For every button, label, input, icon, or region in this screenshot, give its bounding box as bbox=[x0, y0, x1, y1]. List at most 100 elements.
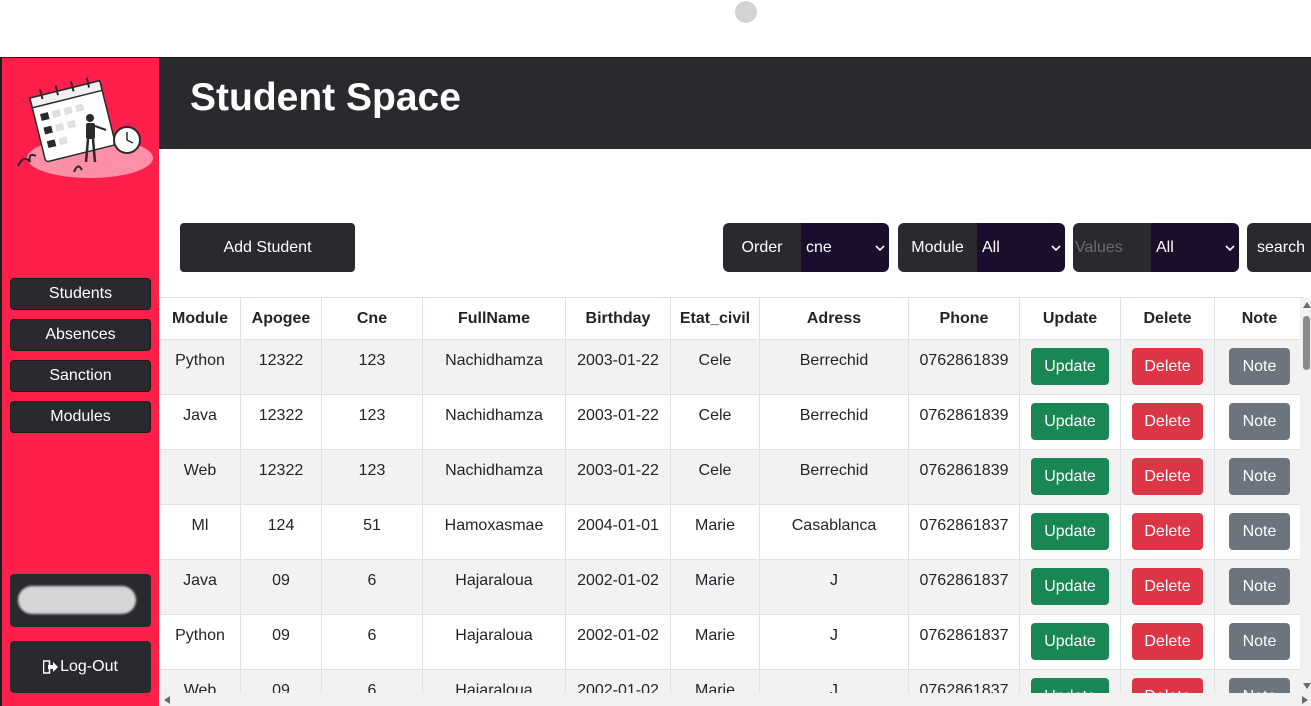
cell-update: Update bbox=[1019, 614, 1121, 670]
table-header-row: Module Apogee Cne FullName Birthday Etat… bbox=[159, 297, 1304, 340]
cell-delete: Delete bbox=[1120, 559, 1215, 615]
update-button[interactable]: Update bbox=[1031, 568, 1109, 605]
sidebar-item-students[interactable]: Students bbox=[10, 278, 151, 310]
order-select[interactable]: cne bbox=[801, 223, 889, 272]
delete-button[interactable]: Delete bbox=[1132, 348, 1203, 385]
update-button[interactable]: Update bbox=[1031, 678, 1109, 693]
cell-fullname: Nachidhamza bbox=[422, 449, 566, 505]
chevron-down-icon bbox=[1051, 244, 1061, 251]
scroll-right-arrow-icon[interactable] bbox=[1302, 696, 1308, 704]
update-button[interactable]: Update bbox=[1031, 403, 1109, 440]
cell-etat: Cele bbox=[670, 449, 760, 505]
cell-delete: Delete bbox=[1120, 504, 1215, 560]
column-header: Module bbox=[159, 297, 241, 340]
column-header: Update bbox=[1019, 297, 1121, 340]
cell-etat: Cele bbox=[670, 394, 760, 450]
cell-delete: Delete bbox=[1120, 449, 1215, 505]
logout-button[interactable]: Log-Out bbox=[10, 641, 151, 693]
delete-button[interactable]: Delete bbox=[1132, 568, 1203, 605]
cell-update: Update bbox=[1019, 339, 1121, 395]
cell-fullname: Hajaraloua bbox=[422, 669, 566, 693]
cell-adress: J bbox=[759, 559, 909, 615]
module-select[interactable]: All bbox=[977, 223, 1065, 272]
delete-button[interactable]: Delete bbox=[1132, 623, 1203, 660]
cell-cne: 123 bbox=[321, 339, 423, 395]
values-select[interactable]: All bbox=[1151, 223, 1239, 272]
column-header: Adress bbox=[759, 297, 909, 340]
cell-adress: Berrechid bbox=[759, 339, 909, 395]
module-group: Module All bbox=[898, 223, 1065, 272]
redacted-username bbox=[18, 586, 136, 614]
cell-cne: 6 bbox=[321, 669, 423, 693]
sidebar-item-modules[interactable]: Modules bbox=[10, 401, 151, 433]
note-button[interactable]: Note bbox=[1229, 513, 1290, 550]
module-label: Module bbox=[898, 223, 977, 272]
cell-module: Java bbox=[159, 394, 241, 450]
update-button[interactable]: Update bbox=[1031, 623, 1109, 660]
delete-button[interactable]: Delete bbox=[1132, 678, 1203, 693]
browser-top-strip bbox=[0, 0, 1311, 57]
delete-button[interactable]: Delete bbox=[1132, 403, 1203, 440]
update-button[interactable]: Update bbox=[1031, 348, 1109, 385]
cell-note: Note bbox=[1214, 559, 1304, 615]
cell-apogee: 124 bbox=[240, 504, 322, 560]
cell-etat: Cele bbox=[670, 339, 760, 395]
cell-birthday: 2003-01-22 bbox=[565, 339, 671, 395]
cell-adress: Casablanca bbox=[759, 504, 909, 560]
note-button[interactable]: Note bbox=[1229, 568, 1290, 605]
sidebar-item-absences[interactable]: Absences bbox=[10, 319, 151, 351]
values-input[interactable]: Values bbox=[1073, 223, 1151, 272]
cell-cne: 123 bbox=[321, 449, 423, 505]
cell-module: Java bbox=[159, 559, 241, 615]
module-select-value: All bbox=[982, 238, 1000, 256]
cell-delete: Delete bbox=[1120, 669, 1215, 693]
note-button[interactable]: Note bbox=[1229, 403, 1290, 440]
user-profile-box[interactable] bbox=[10, 574, 151, 627]
cell-module: Python bbox=[159, 339, 241, 395]
order-label: Order bbox=[723, 223, 801, 272]
delete-button[interactable]: Delete bbox=[1132, 458, 1203, 495]
cell-delete: Delete bbox=[1120, 394, 1215, 450]
horizontal-scrollbar[interactable] bbox=[159, 693, 1311, 706]
cell-apogee: 12322 bbox=[240, 449, 322, 505]
update-button[interactable]: Update bbox=[1031, 458, 1109, 495]
note-button[interactable]: Note bbox=[1229, 678, 1290, 693]
cell-update: Update bbox=[1019, 559, 1121, 615]
cell-phone: 0762861837 bbox=[908, 559, 1020, 615]
table-row: Python 09 6 Hajaraloua 2002-01-02 Marie J 07628… bbox=[159, 614, 1304, 670]
cell-fullname: Hamoxasmae bbox=[422, 504, 566, 560]
delete-button[interactable]: Delete bbox=[1132, 513, 1203, 550]
table-row: Ml 124 51 Hamoxasmae 2004-01-01 Marie Casablan… bbox=[159, 504, 1304, 560]
cell-module: Web bbox=[159, 449, 241, 505]
table-row: Web 09 6 Hajaraloua 2002-01-02 Marie J 07628618… bbox=[159, 669, 1304, 693]
scrollbar-thumb[interactable] bbox=[1303, 316, 1310, 370]
note-button[interactable]: Note bbox=[1229, 458, 1290, 495]
scroll-left-arrow-icon[interactable] bbox=[164, 696, 170, 704]
values-select-value: All bbox=[1156, 238, 1174, 256]
cell-note: Note bbox=[1214, 449, 1304, 505]
scroll-down-arrow-icon[interactable] bbox=[1303, 683, 1311, 689]
vertical-scrollbar[interactable] bbox=[1300, 298, 1311, 693]
update-button[interactable]: Update bbox=[1031, 513, 1109, 550]
column-header: FullName bbox=[422, 297, 566, 340]
cell-adress: Berrechid bbox=[759, 449, 909, 505]
search-button[interactable]: search bbox=[1247, 223, 1311, 272]
note-button[interactable]: Note bbox=[1229, 623, 1290, 660]
add-student-button[interactable]: Add Student bbox=[180, 223, 355, 272]
logout-label: Log-Out bbox=[60, 658, 118, 675]
cell-note: Note bbox=[1214, 504, 1304, 560]
page-header: Student Space bbox=[159, 58, 1311, 149]
scroll-up-arrow-icon[interactable] bbox=[1303, 302, 1311, 308]
cell-apogee: 09 bbox=[240, 669, 322, 693]
column-header: Phone bbox=[908, 297, 1020, 340]
cell-fullname: Hajaraloua bbox=[422, 614, 566, 670]
note-button[interactable]: Note bbox=[1229, 348, 1290, 385]
cell-note: Note bbox=[1214, 614, 1304, 670]
cell-apogee: 09 bbox=[240, 559, 322, 615]
cell-adress: J bbox=[759, 669, 909, 693]
cell-module: Ml bbox=[159, 504, 241, 560]
sidebar-item-sanction[interactable]: Sanction bbox=[10, 360, 151, 392]
cell-update: Update bbox=[1019, 394, 1121, 450]
cell-etat: Marie bbox=[670, 614, 760, 670]
cell-adress: J bbox=[759, 614, 909, 670]
